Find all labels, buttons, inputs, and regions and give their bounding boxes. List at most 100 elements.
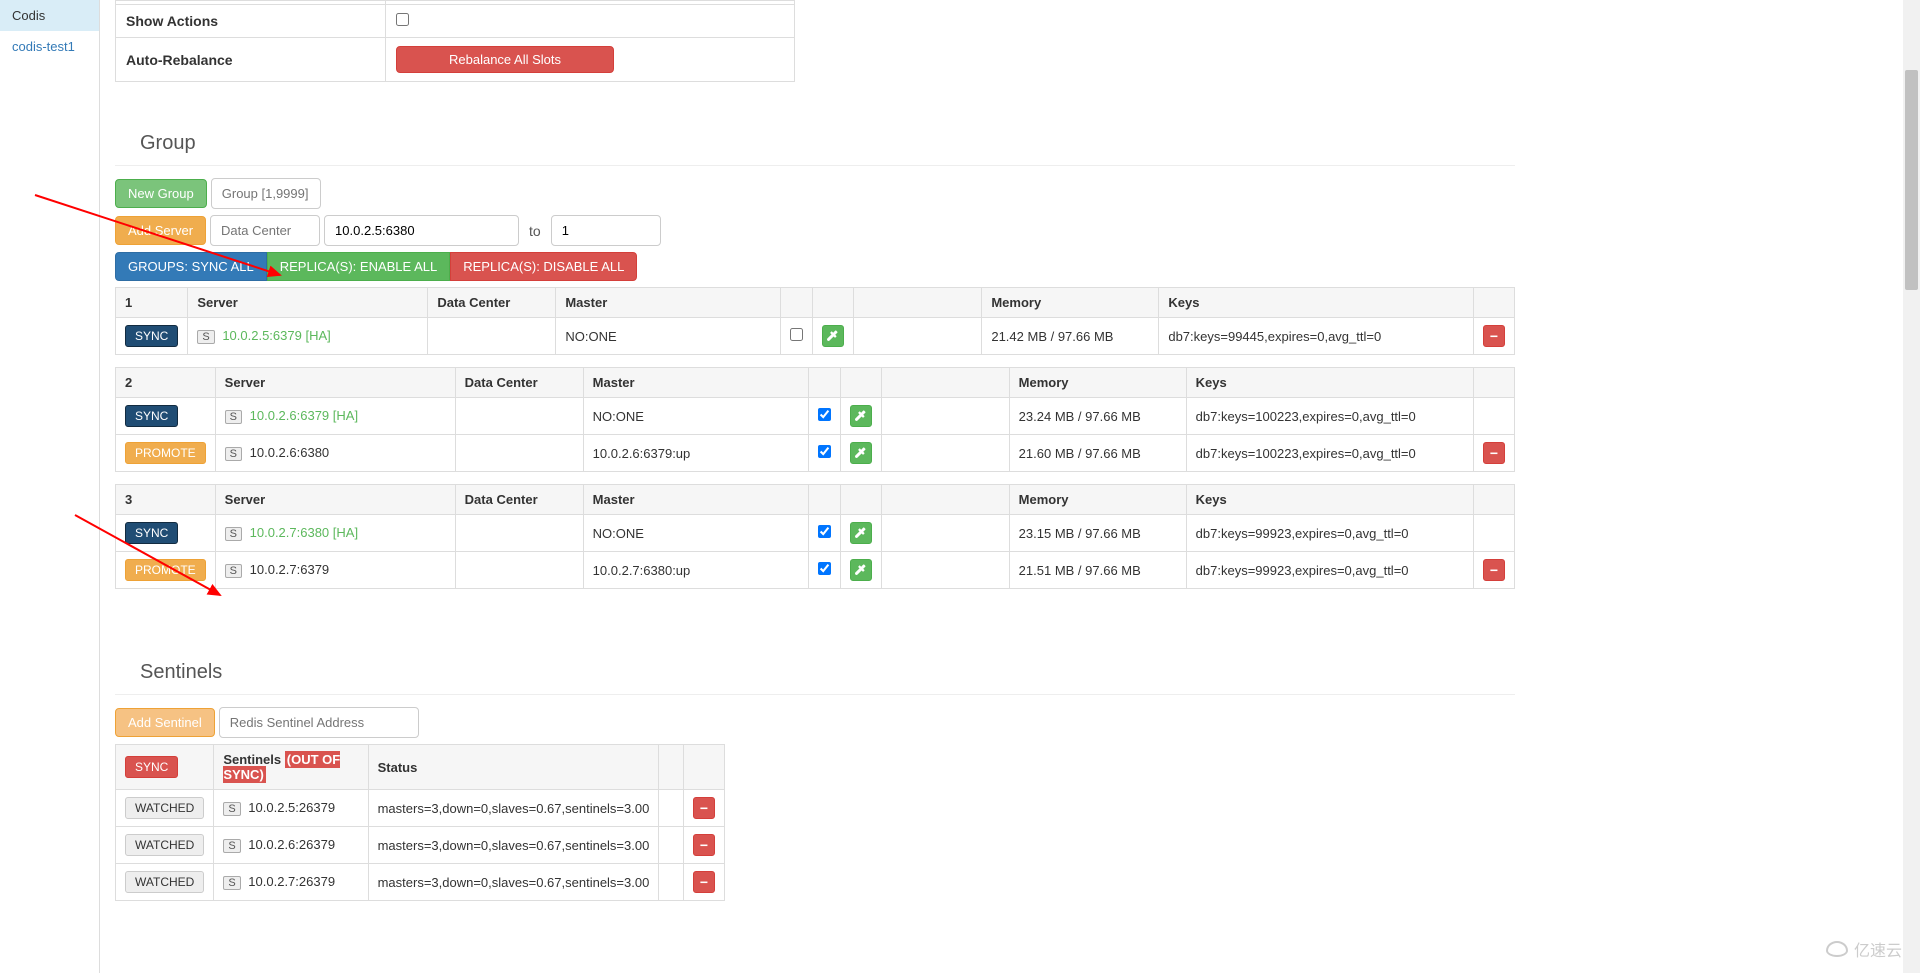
memory-cell: 21.42 MB / 97.66 MB bbox=[982, 318, 1159, 355]
delete-sentinel-button[interactable]: − bbox=[693, 834, 715, 856]
wrench-icon[interactable] bbox=[850, 405, 872, 427]
delete-button[interactable]: − bbox=[1483, 442, 1505, 464]
ha-tag: [HA] bbox=[305, 328, 330, 343]
to-label: to bbox=[523, 223, 547, 239]
new-group-button[interactable]: New Group bbox=[115, 179, 207, 208]
sidebar-item-instance[interactable]: codis-test1 bbox=[0, 31, 99, 62]
memory-header: Memory bbox=[982, 288, 1159, 318]
keys-header: Keys bbox=[1159, 288, 1474, 318]
delete-button[interactable]: − bbox=[1483, 325, 1505, 347]
replica-checkbox[interactable] bbox=[818, 445, 831, 458]
scrollbar-track[interactable] bbox=[1903, 0, 1920, 973]
server-header: Server bbox=[188, 288, 428, 318]
server-link[interactable]: 10.0.2.7:6380 bbox=[250, 525, 330, 540]
watched-button[interactable]: WATCHED bbox=[125, 797, 204, 819]
master-cell: 10.0.2.7:6380:up bbox=[583, 552, 808, 589]
cloud-icon bbox=[1826, 941, 1848, 957]
wrench-icon[interactable] bbox=[822, 325, 844, 347]
promote-button[interactable]: PROMOTE bbox=[125, 559, 206, 581]
group-id-header: 1 bbox=[116, 288, 188, 318]
replica-checkbox[interactable] bbox=[790, 328, 803, 341]
sentinel-addr: 10.0.2.6:26379 bbox=[248, 837, 335, 852]
sentinels-section-title: Sentinels bbox=[115, 651, 1515, 695]
data-center-input[interactable] bbox=[210, 215, 320, 246]
wrench-icon[interactable] bbox=[850, 442, 872, 464]
ha-tag: [HA] bbox=[333, 408, 358, 423]
master-cell: NO:ONE bbox=[583, 398, 808, 435]
scrollbar-thumb[interactable] bbox=[1905, 70, 1918, 290]
sync-button[interactable]: SYNC bbox=[125, 325, 178, 347]
replica-checkbox[interactable] bbox=[818, 408, 831, 421]
server-text: 10.0.2.7:6379 bbox=[250, 562, 330, 577]
server-row: SYNC S 10.0.2.6:6379 [HA] NO:ONE 23.24 M… bbox=[116, 398, 1515, 435]
s-badge: S bbox=[223, 802, 240, 816]
watched-button[interactable]: WATCHED bbox=[125, 871, 204, 893]
add-sentinel-button[interactable]: Add Sentinel bbox=[115, 708, 215, 737]
server-header: Server bbox=[215, 485, 455, 515]
memory-cell: 23.24 MB / 97.66 MB bbox=[1009, 398, 1186, 435]
dc-header: Data Center bbox=[455, 485, 583, 515]
sentinel-address-input[interactable] bbox=[219, 707, 419, 738]
dc-header: Data Center bbox=[455, 368, 583, 398]
show-actions-checkbox[interactable] bbox=[396, 13, 409, 26]
sentinel-row: WATCHED S 10.0.2.6:26379 masters=3,down=… bbox=[116, 827, 725, 864]
disable-all-button[interactable]: REPLICA(S): DISABLE ALL bbox=[450, 252, 637, 281]
group-table: 2 Server Data Center Master Memory Keys … bbox=[115, 367, 1515, 472]
rebalance-all-button[interactable]: Rebalance All Slots bbox=[396, 46, 614, 73]
keys-cell: db7:keys=99445,expires=0,avg_ttl=0 bbox=[1159, 318, 1474, 355]
memory-header: Memory bbox=[1009, 485, 1186, 515]
server-row: SYNC S 10.0.2.7:6380 [HA] NO:ONE 23.15 M… bbox=[116, 515, 1515, 552]
sentinel-status: masters=3,down=0,slaves=0.67,sentinels=3… bbox=[368, 790, 659, 827]
group-table: 3 Server Data Center Master Memory Keys … bbox=[115, 484, 1515, 589]
keys-header: Keys bbox=[1186, 368, 1473, 398]
sentinel-addr: 10.0.2.5:26379 bbox=[248, 800, 335, 815]
keys-header: Keys bbox=[1186, 485, 1473, 515]
memory-cell: 21.51 MB / 97.66 MB bbox=[1009, 552, 1186, 589]
master-header: Master bbox=[556, 288, 781, 318]
watermark: 亿速云 bbox=[1826, 937, 1902, 961]
promote-button[interactable]: PROMOTE bbox=[125, 442, 206, 464]
server-address-input[interactable] bbox=[324, 215, 519, 246]
server-link[interactable]: 10.0.2.5:6379 bbox=[222, 328, 302, 343]
watched-button[interactable]: WATCHED bbox=[125, 834, 204, 856]
keys-cell: db7:keys=99923,expires=0,avg_ttl=0 bbox=[1186, 552, 1473, 589]
to-group-input[interactable] bbox=[551, 215, 661, 246]
replica-checkbox[interactable] bbox=[818, 525, 831, 538]
delete-button[interactable]: − bbox=[1483, 559, 1505, 581]
s-badge: S bbox=[223, 876, 240, 890]
sentinel-sync-button[interactable]: SYNC bbox=[125, 756, 178, 778]
memory-header: Memory bbox=[1009, 368, 1186, 398]
sentinel-addr: 10.0.2.7:26379 bbox=[248, 874, 335, 889]
master-cell: NO:ONE bbox=[583, 515, 808, 552]
wrench-icon[interactable] bbox=[850, 559, 872, 581]
sentinel-status-header: Status bbox=[368, 745, 659, 790]
master-cell: NO:ONE bbox=[556, 318, 781, 355]
sync-all-button[interactable]: GROUPS: SYNC ALL bbox=[115, 252, 267, 281]
enable-all-button[interactable]: REPLICA(S): ENABLE ALL bbox=[267, 252, 451, 281]
master-header: Master bbox=[583, 368, 808, 398]
delete-sentinel-button[interactable]: − bbox=[693, 797, 715, 819]
config-auto-rebalance-label: Auto-Rebalance bbox=[116, 38, 386, 82]
server-link[interactable]: 10.0.2.6:6379 bbox=[250, 408, 330, 423]
server-row: PROMOTE S 10.0.2.7:6379 10.0.2.7:6380:up… bbox=[116, 552, 1515, 589]
sidebar-item-codis[interactable]: Codis bbox=[0, 0, 99, 31]
ha-tag: [HA] bbox=[333, 525, 358, 540]
sync-button[interactable]: SYNC bbox=[125, 405, 178, 427]
add-server-button[interactable]: Add Server bbox=[115, 216, 206, 245]
s-badge: S bbox=[225, 527, 242, 541]
keys-cell: db7:keys=99923,expires=0,avg_ttl=0 bbox=[1186, 515, 1473, 552]
sentinels-table: SYNC Sentinels (OUT OF SYNC) Status WATC… bbox=[115, 744, 725, 901]
config-table: Show Actions Auto-Rebalance Rebalance Al… bbox=[115, 0, 795, 82]
group-id-header: 3 bbox=[116, 485, 216, 515]
server-text: 10.0.2.6:6380 bbox=[250, 445, 330, 460]
server-row: PROMOTE S 10.0.2.6:6380 10.0.2.6:6379:up… bbox=[116, 435, 1515, 472]
group-id-input[interactable] bbox=[211, 178, 321, 209]
replica-checkbox[interactable] bbox=[818, 562, 831, 575]
sync-button[interactable]: SYNC bbox=[125, 522, 178, 544]
delete-sentinel-button[interactable]: − bbox=[693, 871, 715, 893]
memory-cell: 21.60 MB / 97.66 MB bbox=[1009, 435, 1186, 472]
wrench-icon[interactable] bbox=[850, 522, 872, 544]
s-badge: S bbox=[225, 564, 242, 578]
sentinel-row: WATCHED S 10.0.2.7:26379 masters=3,down=… bbox=[116, 864, 725, 901]
group-section-title: Group bbox=[115, 122, 1515, 166]
